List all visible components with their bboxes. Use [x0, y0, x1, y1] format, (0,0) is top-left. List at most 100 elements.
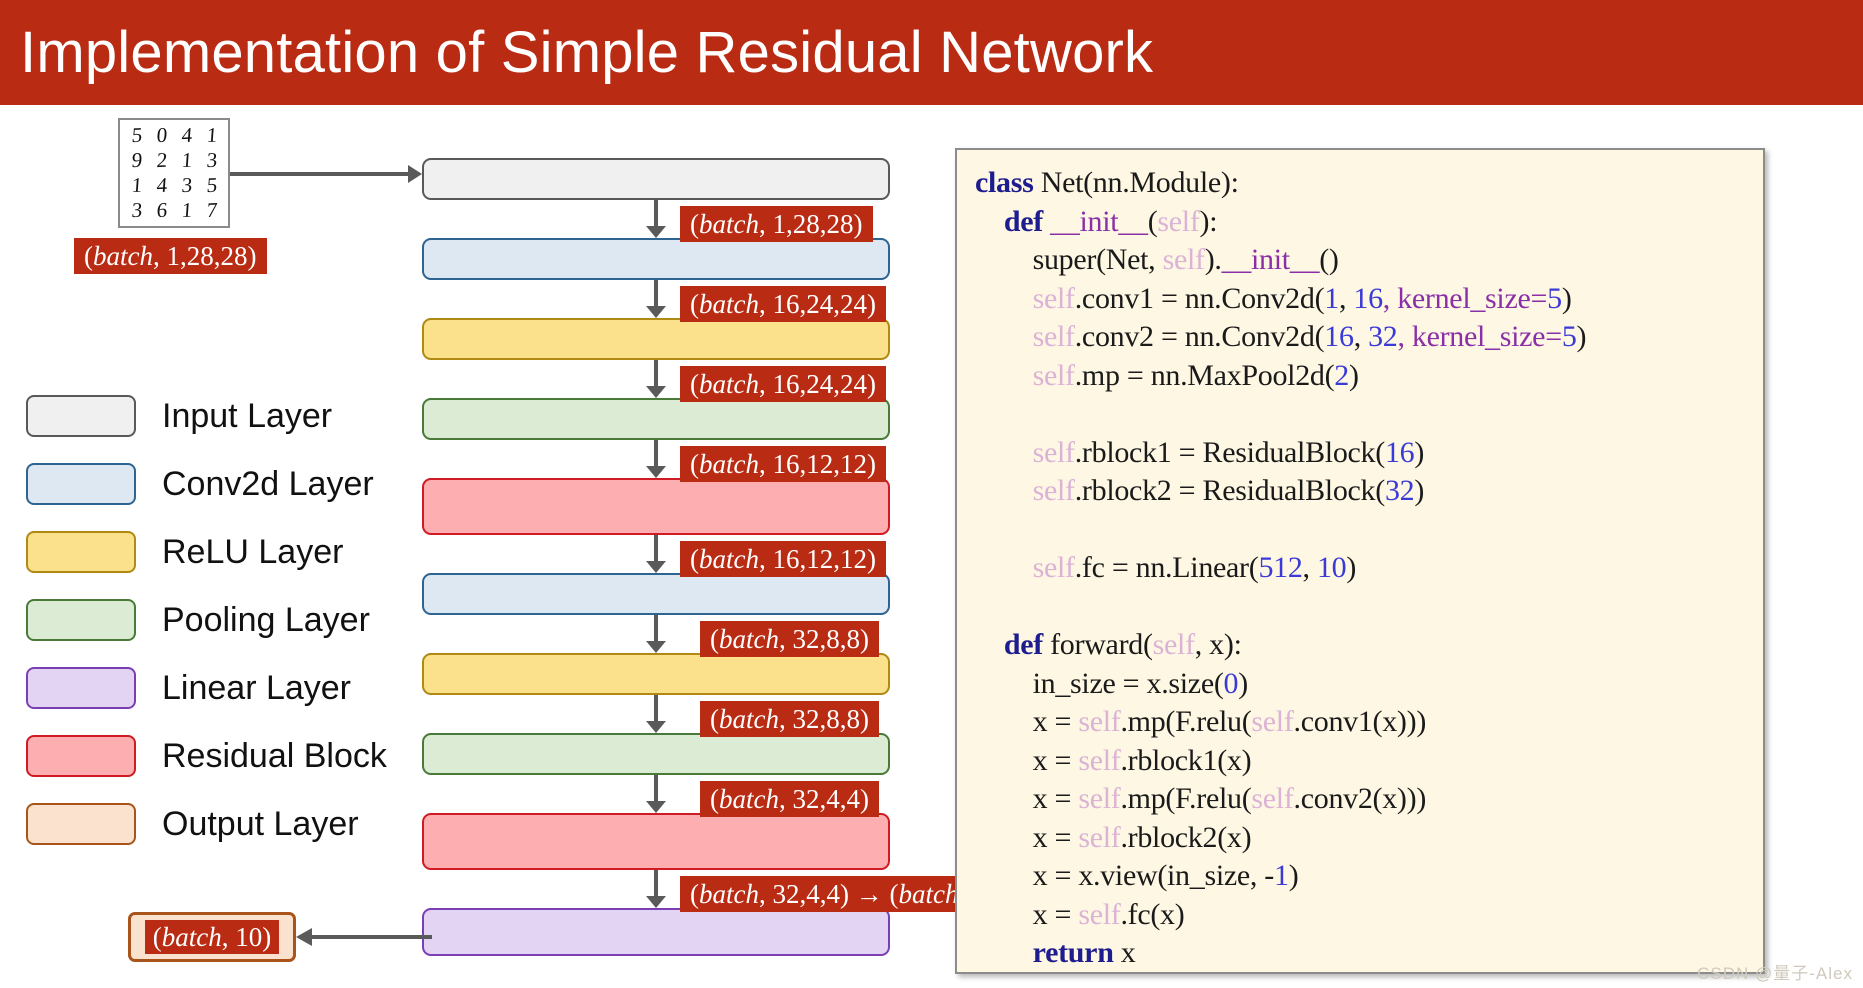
code-line: x = self.rblock2(x) [975, 819, 1763, 858]
network-flow-diagram: (batch, 1,28,28) (batch, 16,24,24) (batch,… [0, 0, 1032, 988]
code-token: .rblock1(x) [1120, 743, 1252, 777]
code-token: self [1078, 743, 1121, 777]
code-line: self.mp = nn.MaxPool2d(2) [975, 357, 1763, 396]
code-token: forward( [1050, 628, 1153, 661]
code-token: x = [975, 782, 1079, 815]
flow-arrowhead-icon [646, 896, 666, 908]
flow-arrowhead-icon [646, 641, 666, 653]
output-arrowhead-icon [296, 928, 312, 946]
code-token: ) [1414, 435, 1425, 469]
tensor-shape-tag: (batch, 16,12,12) [680, 446, 886, 482]
code-token: , [1302, 551, 1317, 584]
layer-box-conv1 [422, 238, 890, 280]
code-token: self [1032, 281, 1075, 315]
code-token: ( [1147, 204, 1158, 238]
code-line: x = self.mp(F.relu(self.conv1(x))) [975, 703, 1763, 742]
layer-box-input [422, 158, 890, 200]
flow-arrowhead-icon [646, 466, 666, 478]
code-token: ) [1288, 859, 1299, 892]
code-line: x = self.fc(x) [975, 896, 1763, 935]
output-shape-label: (batch, 10) [144, 920, 280, 954]
code-line: super(Net, self).__init__() [975, 241, 1763, 280]
code-line: in_size = x.size(0) [975, 665, 1763, 704]
code-token: __init__ [1050, 204, 1148, 238]
code-token: super(Net, [975, 243, 1163, 276]
code-token: 32 [1368, 320, 1398, 353]
code-token: __init__ [1221, 243, 1320, 276]
flow-arrow [654, 200, 658, 228]
code-token: 32 [1384, 474, 1415, 507]
code-token: 16 [1384, 435, 1415, 469]
tensor-shape-tag: (batch, 1,28,28) [680, 206, 873, 242]
flow-arrow [654, 615, 658, 643]
code-token: 0 [1223, 666, 1239, 700]
code-token: .fc = nn.Linear( [1074, 551, 1259, 584]
code-token: 16 [1353, 281, 1383, 315]
flow-arrow [654, 695, 658, 723]
layer-box-rblock1 [422, 478, 890, 535]
code-token: self [1157, 204, 1200, 238]
code-line: self.conv2 = nn.Conv2d(16, 32, kernel_si… [975, 318, 1763, 357]
flow-arrowhead-icon [646, 306, 666, 318]
code-line: self.rblock1 = ResidualBlock(16) [975, 434, 1763, 473]
code-token: ) [1349, 358, 1359, 392]
code-line: self.rblock2 = ResidualBlock(32) [975, 472, 1763, 511]
code-token: self [1078, 820, 1121, 854]
code-token: self [1078, 897, 1121, 931]
code-token: self [1251, 705, 1294, 738]
code-line: def __init__(self): [975, 203, 1763, 242]
code-token: .rblock2 = ResidualBlock( [1074, 474, 1386, 507]
layer-box-fc [422, 908, 890, 956]
code-token: ). [1204, 243, 1222, 276]
code-token: ) [1346, 551, 1357, 584]
code-token: ) [1576, 320, 1587, 353]
flow-arrow [654, 360, 658, 388]
code-token: def [1003, 628, 1051, 661]
code-token: .conv1(x))) [1293, 705, 1427, 738]
code-token: x = [975, 743, 1079, 777]
code-token: self [1032, 358, 1075, 392]
code-token: self [1078, 782, 1121, 815]
code-line: self.conv1 = nn.Conv2d(1, 16, kernel_siz… [975, 280, 1763, 319]
code-token: ) [1238, 666, 1248, 700]
tensor-shape-tag: (batch, 32,8,8) [700, 621, 879, 657]
code-token: Net(nn.Module): [1040, 166, 1239, 199]
code-token: self [1032, 320, 1075, 353]
code-token: 10 [1316, 551, 1347, 584]
code-line: x = self.mp(F.relu(self.conv2(x))) [975, 780, 1763, 819]
flow-arrow [654, 775, 658, 803]
code-token: self [1078, 705, 1121, 738]
code-line: return x [975, 934, 1763, 972]
code-token: 1 [1324, 281, 1339, 315]
code-panel[interactable]: class Net(nn.Module): def __init__(self)… [955, 148, 1765, 974]
code-token: , x): [1194, 628, 1242, 661]
layer-box-conv2 [422, 573, 890, 615]
code-token: .rblock2(x) [1120, 820, 1252, 854]
code-line: x = x.view(in_size, -1) [975, 857, 1763, 896]
code-token: .mp(F.relu( [1120, 705, 1252, 738]
layer-box-rblock2 [422, 813, 890, 870]
flow-arrow [654, 280, 658, 308]
code-token: 512 [1258, 551, 1303, 584]
code-token: 16 [1324, 320, 1354, 353]
layer-box-relu2 [422, 653, 890, 695]
code-line: self.fc = nn.Linear(512, 10) [975, 549, 1763, 588]
code-token: return [1032, 936, 1121, 969]
code-token: self [1032, 551, 1075, 584]
code-token: .conv2 = nn.Conv2d( [1074, 320, 1325, 353]
code-token: .rblock1 = ResidualBlock( [1074, 435, 1386, 469]
flow-arrowhead-icon [646, 801, 666, 813]
code-token: self [1152, 628, 1195, 661]
code-token: x = x.view(in_size, - [975, 859, 1275, 892]
code-token: self [1032, 435, 1075, 469]
code-line: class Net(nn.Module): [975, 164, 1763, 203]
flow-arrow [654, 440, 658, 468]
code-token: , [1338, 281, 1354, 315]
code-token: .conv1 = nn.Conv2d( [1074, 281, 1325, 315]
code-line: x = self.rblock1(x) [975, 742, 1763, 781]
